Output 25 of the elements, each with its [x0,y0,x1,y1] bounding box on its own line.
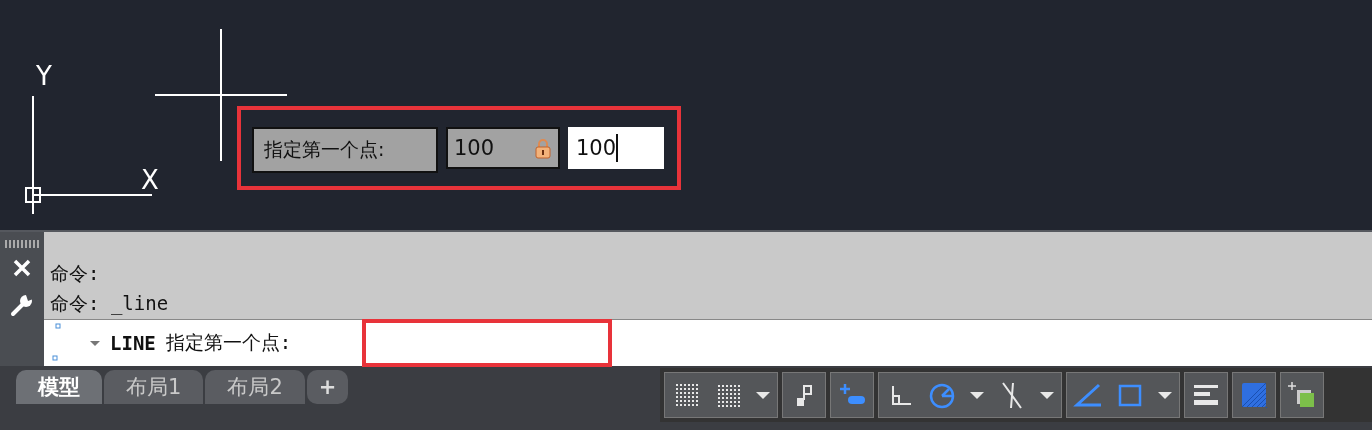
caret-icon [970,391,984,399]
caret-icon[interactable] [88,338,102,349]
caret-icon [756,391,770,399]
grip-handle[interactable] [5,240,39,248]
command-name: LINE [110,332,156,355]
input-field[interactable]: 100 [568,127,664,169]
wrench-icon [9,292,35,318]
hatched-square-icon [1239,380,1269,410]
origin-icon [24,186,44,206]
layout-tab[interactable]: 模型 [16,370,102,404]
axis-label: X [141,167,159,193]
command-prompt: 指定第一个点: [165,330,292,356]
input-field[interactable]: 100 [446,127,560,169]
history-line: 命令: [50,261,101,286]
layout-tab[interactable]: 布局2 [205,370,305,404]
caret-icon [1158,391,1172,399]
stacked-squares-icon [1287,380,1317,410]
history-line: 命令: _line [50,291,170,317]
axis-label: Y [36,63,52,89]
add-tab-button[interactable]: + [306,370,349,404]
caret-icon [1040,391,1054,399]
close-icon [12,258,32,278]
layout-tab[interactable]: 布局1 [104,370,204,404]
grip-icon [52,323,64,364]
prompt-tooltip: 指定第一个点: [252,127,438,173]
